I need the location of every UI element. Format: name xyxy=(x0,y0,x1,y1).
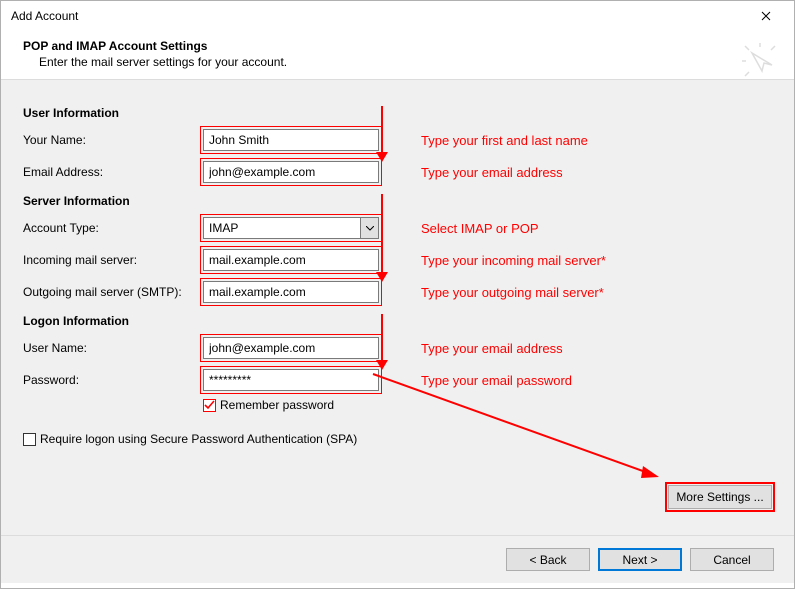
cursor-graphic-icon xyxy=(740,41,780,81)
your-name-input[interactable] xyxy=(203,129,379,151)
spa-checkbox[interactable] xyxy=(23,433,36,446)
section-server-information: Server Information xyxy=(23,194,772,208)
username-hint: Type your email address xyxy=(421,341,563,356)
email-label: Email Address: xyxy=(23,165,203,179)
remember-password-label: Remember password xyxy=(220,398,334,412)
account-type-hint: Select IMAP or POP xyxy=(421,221,539,236)
account-type-value: IMAP xyxy=(204,221,360,235)
title-bar: Add Account xyxy=(1,1,794,31)
account-type-label: Account Type: xyxy=(23,221,203,235)
dialog-footer: < Back Next > Cancel xyxy=(1,535,794,583)
your-name-hint: Type your first and last name xyxy=(421,133,588,148)
incoming-server-input[interactable] xyxy=(203,249,379,271)
dialog-header: POP and IMAP Account Settings Enter the … xyxy=(1,31,794,80)
username-label: User Name: xyxy=(23,341,203,355)
checkmark-icon xyxy=(204,400,215,411)
close-icon xyxy=(761,11,771,21)
outgoing-label: Outgoing mail server (SMTP): xyxy=(23,285,203,299)
email-hint: Type your email address xyxy=(421,165,563,180)
window-title: Add Account xyxy=(11,9,746,23)
dialog-subtitle: Enter the mail server settings for your … xyxy=(39,55,774,69)
dropdown-button[interactable] xyxy=(360,218,378,238)
dialog-content: User Information Your Name: Type your fi… xyxy=(1,80,794,583)
password-label: Password: xyxy=(23,373,203,387)
outgoing-server-input[interactable] xyxy=(203,281,379,303)
account-type-select[interactable]: IMAP xyxy=(203,217,379,239)
section-user-information: User Information xyxy=(23,106,772,120)
your-name-label: Your Name: xyxy=(23,133,203,147)
chevron-down-icon xyxy=(366,226,374,231)
close-button[interactable] xyxy=(746,3,786,29)
incoming-hint: Type your incoming mail server* xyxy=(421,253,606,268)
password-hint: Type your email password xyxy=(421,373,572,388)
spa-label: Require logon using Secure Password Auth… xyxy=(40,432,357,446)
back-button[interactable]: < Back xyxy=(506,548,590,571)
incoming-label: Incoming mail server: xyxy=(23,253,203,267)
remember-password-checkbox[interactable] xyxy=(203,399,216,412)
email-input[interactable] xyxy=(203,161,379,183)
username-input[interactable] xyxy=(203,337,379,359)
password-input[interactable] xyxy=(203,369,379,391)
more-settings-button[interactable]: More Settings ... xyxy=(668,485,772,509)
section-logon-information: Logon Information xyxy=(23,314,772,328)
outgoing-hint: Type your outgoing mail server* xyxy=(421,285,604,300)
dialog-heading: POP and IMAP Account Settings xyxy=(23,39,774,53)
cancel-button[interactable]: Cancel xyxy=(690,548,774,571)
next-button[interactable]: Next > xyxy=(598,548,682,571)
add-account-dialog: Add Account POP and IMAP Account Setting… xyxy=(0,0,795,589)
